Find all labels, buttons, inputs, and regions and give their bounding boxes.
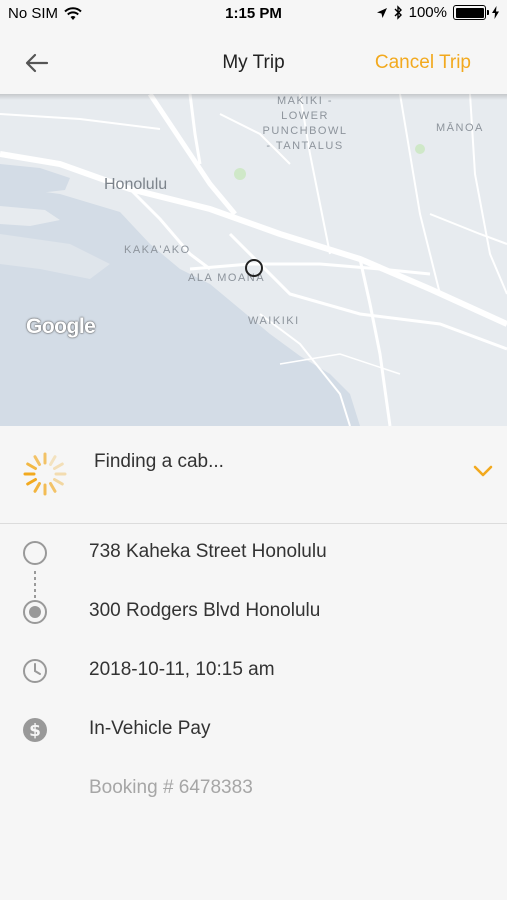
map-view[interactable]: MAKIKI - LOWER PUNCHBOWL - TANTALUS MĀNO… bbox=[0, 94, 507, 426]
battery-icon bbox=[453, 5, 489, 20]
nav-bar: My Trip Cancel Trip bbox=[0, 28, 507, 94]
dropoff-row: 300 Rodgers Blvd Honolulu bbox=[0, 591, 507, 635]
status-bar: No SIM 1:15 PM 100% bbox=[0, 0, 507, 28]
bluetooth-icon bbox=[394, 5, 402, 20]
payment-method: In-Vehicle Pay bbox=[89, 718, 211, 739]
map-label-kakaako: KAKA'AKO bbox=[124, 244, 191, 256]
location-marker bbox=[245, 259, 263, 277]
trip-status-row[interactable]: Finding a cab... bbox=[0, 426, 507, 524]
nav-shadow bbox=[0, 94, 507, 100]
battery-fill bbox=[455, 7, 484, 18]
map-label-honolulu: Honolulu bbox=[104, 176, 168, 193]
dropoff-target-icon bbox=[23, 600, 47, 624]
loading-spinner-icon bbox=[23, 452, 67, 496]
trip-status-text: Finding a cab... bbox=[94, 451, 224, 472]
google-logo: Google bbox=[26, 315, 96, 338]
status-right: 100% bbox=[376, 4, 499, 21]
dollar-icon: $ bbox=[23, 718, 47, 742]
location-arrow-icon bbox=[376, 7, 387, 18]
map-label-manoa: MĀNOA bbox=[436, 122, 484, 134]
payment-row: $ In-Vehicle Pay bbox=[0, 709, 507, 753]
booking-number: Booking # 6478383 bbox=[89, 777, 253, 798]
dropoff-address: 300 Rodgers Blvd Honolulu bbox=[89, 600, 321, 621]
map-label-waikiki: WAIKIKI bbox=[248, 315, 300, 327]
trip-datetime: 2018-10-11, 10:15 am bbox=[89, 659, 275, 680]
chevron-down-icon[interactable] bbox=[473, 464, 493, 478]
map-label-makiki: MAKIKI - LOWER PUNCHBOWL - TANTALUS bbox=[262, 95, 348, 152]
cancel-trip-button[interactable]: Cancel Trip bbox=[375, 52, 471, 74]
clock-icon bbox=[23, 659, 47, 683]
svg-text:$: $ bbox=[29, 721, 41, 741]
pickup-row: 738 Kaheka Street Honolulu bbox=[0, 532, 507, 576]
pickup-circle-icon bbox=[23, 541, 47, 565]
charging-icon bbox=[492, 6, 499, 19]
datetime-row: 2018-10-11, 10:15 am bbox=[0, 650, 507, 694]
pickup-address: 738 Kaheka Street Honolulu bbox=[89, 541, 327, 562]
battery-percent: 100% bbox=[408, 4, 447, 21]
